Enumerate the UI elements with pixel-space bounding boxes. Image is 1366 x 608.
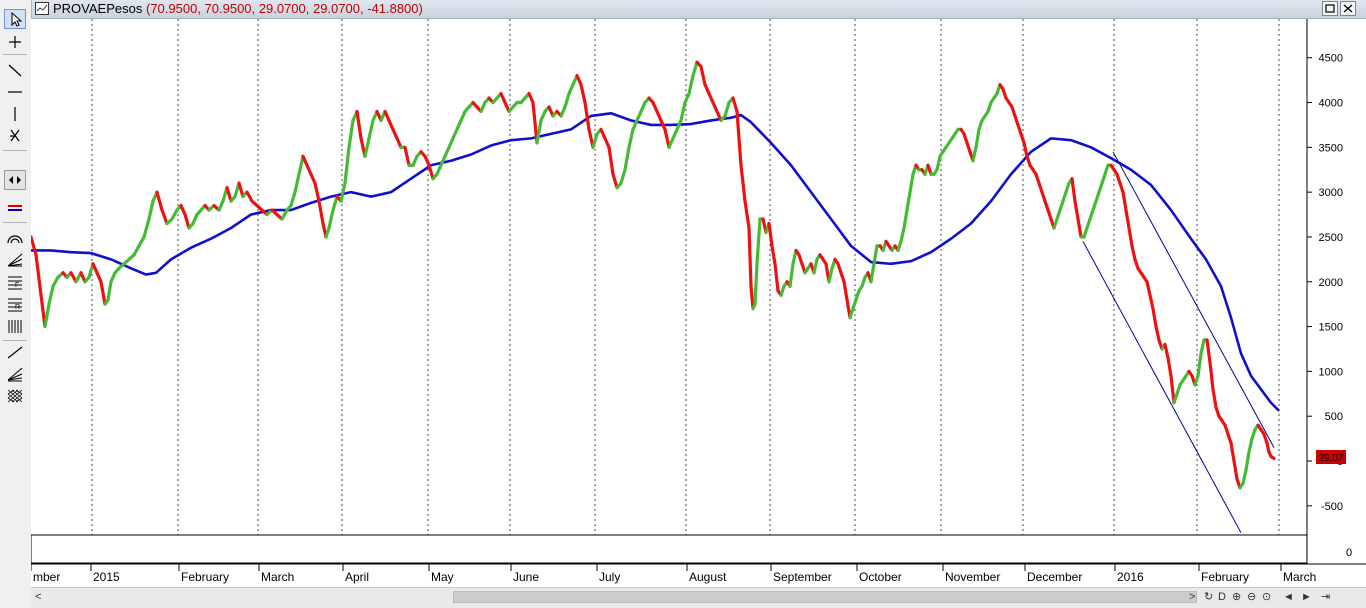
speed-lines-icon[interactable]: [4, 364, 26, 384]
maximize-button[interactable]: [1322, 1, 1338, 16]
x-tick-label: December: [1027, 570, 1082, 584]
svg-text:F: F: [15, 282, 19, 289]
y-tick-label: 4500: [1319, 53, 1343, 65]
x-tick-label: May: [431, 570, 454, 584]
scroll-forward-button[interactable]: ►: [1301, 590, 1312, 604]
close-button[interactable]: [1340, 1, 1356, 16]
indicator-icon[interactable]: [4, 198, 26, 218]
y-tick-label: 1500: [1319, 322, 1343, 334]
zoom-reset-button[interactable]: ⊙: [1262, 590, 1271, 604]
chart-background: [31, 19, 1366, 587]
horizontal-line-icon[interactable]: [4, 82, 26, 102]
vertical-line-icon[interactable]: [4, 104, 26, 124]
scroll-left-arrow[interactable]: <: [35, 590, 41, 604]
fibonacci-icon[interactable]: F: [4, 272, 26, 292]
y-tick-label: 1000: [1319, 366, 1343, 378]
price-chart[interactable]: 4500 4000 3500 3000 2500 2000 1500 1000 500 0 -500…: [31, 19, 1366, 587]
chart-title: PROVAEPesos: [53, 1, 143, 16]
price-segment: [1269, 454, 1276, 461]
y-tick-label: 3000: [1319, 187, 1343, 199]
price-segment: [753, 262, 759, 306]
x-tick-label: March: [1283, 570, 1316, 584]
y-tick-label: 3500: [1319, 142, 1343, 154]
y-tick-label: 2000: [1319, 277, 1343, 289]
cross-lines-icon[interactable]: [4, 126, 26, 146]
toolbar-separator: [3, 222, 27, 223]
x-tick-label: September: [773, 570, 832, 584]
x-tick-label: April: [345, 570, 369, 584]
zoom-out-button[interactable]: ⊖: [1247, 590, 1256, 604]
x-tick-label: March: [261, 570, 294, 584]
grid-icon[interactable]: [4, 386, 26, 406]
last-value-badge: 29.07: [1316, 450, 1346, 464]
scroll-right-arrow[interactable]: >: [1189, 590, 1195, 604]
x-tick-label: 2015: [93, 570, 120, 584]
zoom-in-button[interactable]: ⊕: [1232, 590, 1241, 604]
scroll-back-button[interactable]: ◄: [1283, 590, 1294, 604]
refresh-button[interactable]: ↻: [1204, 590, 1213, 604]
x-tick-label: February: [181, 570, 229, 584]
scroll-arrows-icon[interactable]: [4, 170, 26, 190]
fib-retracement-icon[interactable]: R: [4, 294, 26, 314]
x-tick-label: June: [513, 570, 539, 584]
y-tick-label: -500: [1321, 501, 1343, 513]
y-tick-label: 2500: [1319, 232, 1343, 244]
sub-panel: [31, 534, 1308, 564]
time-cycles-icon[interactable]: [4, 316, 26, 336]
toolbar-separator: [3, 54, 27, 55]
price-segment: [749, 284, 755, 311]
scroll-thumb[interactable]: [453, 591, 1197, 603]
toolbar-separator: [3, 150, 27, 151]
crosshair-icon[interactable]: [4, 32, 26, 52]
fan-icon[interactable]: [4, 250, 26, 270]
cursor-arrow-icon[interactable]: [4, 9, 26, 29]
subpanel-tick-label: 0: [1346, 547, 1352, 559]
chart-values: (70.9500, 70.9500, 29.0700, 29.0700, -41…: [146, 1, 423, 16]
x-tick-label: November: [945, 570, 1000, 584]
price-segment: [747, 226, 753, 288]
maximize-icon: [1325, 4, 1335, 13]
scroll-end-button[interactable]: ⇥: [1321, 590, 1330, 604]
chart-title-bar: PROVAEPesos (70.9500, 70.9500, 29.0700, …: [32, 0, 1366, 19]
drawing-toolbar: F R: [0, 0, 32, 590]
line-icon[interactable]: [4, 342, 26, 362]
x-tick-label: October: [859, 570, 902, 584]
svg-text:R: R: [15, 304, 20, 311]
x-tick-label: August: [689, 570, 727, 584]
trendline-icon[interactable]: [4, 60, 26, 80]
last-value-label: 29.07: [1318, 453, 1343, 464]
chart-window-icon: [35, 2, 49, 15]
x-tick-label: July: [599, 570, 620, 584]
close-icon: [1343, 4, 1353, 13]
period-button[interactable]: D: [1218, 590, 1226, 604]
x-tick-label: February: [1201, 570, 1249, 584]
y-tick-label: 500: [1325, 411, 1343, 423]
toolbar-separator: [3, 340, 27, 341]
arc-icon[interactable]: [4, 228, 26, 248]
x-tick-label: 2016: [1117, 570, 1144, 584]
y-tick-label: 4000: [1319, 98, 1343, 110]
horizontal-scrollbar[interactable]: < > ↻ D ⊕ ⊖ ⊙ ◄ ► ⇥: [31, 587, 1366, 608]
x-tick-label: mber: [33, 570, 60, 584]
